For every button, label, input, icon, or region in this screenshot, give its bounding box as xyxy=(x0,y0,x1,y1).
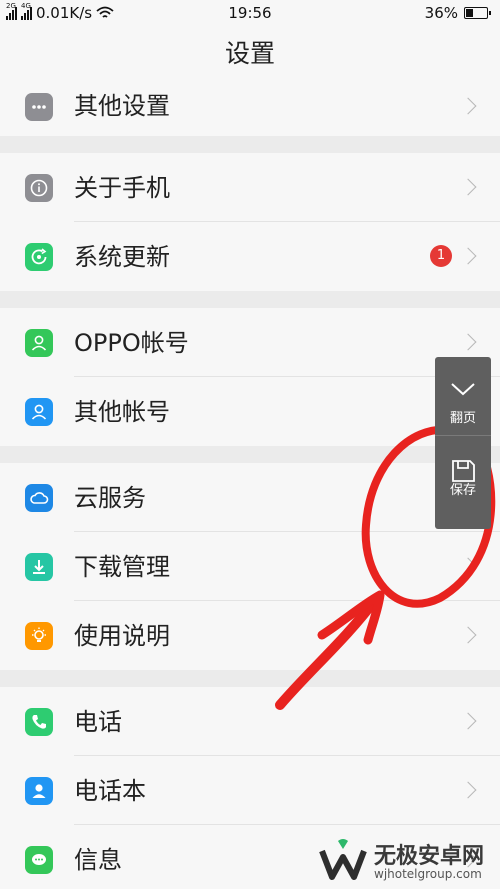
group-separator xyxy=(0,291,500,308)
chevron-right-icon xyxy=(459,557,477,575)
settings-group: 关于手机系统更新 1 xyxy=(0,153,500,291)
settings-item[interactable]: 电话 xyxy=(0,687,500,756)
settings-item-label: 下载管理 xyxy=(74,553,170,581)
status-right: 36% xyxy=(424,4,491,22)
watermark-url: wjhotelgroup.com xyxy=(374,867,482,881)
chevron-right-icon xyxy=(459,247,477,265)
message-icon xyxy=(25,846,53,874)
update-icon xyxy=(25,243,53,271)
settings-item-label: 电话本 xyxy=(74,777,146,805)
settings-item-label: 信息 xyxy=(74,846,122,874)
bulb-icon xyxy=(25,622,53,650)
chevron-right-icon xyxy=(459,97,477,115)
chevron-right-icon xyxy=(459,626,477,644)
page-turn-label: 翻页 xyxy=(449,411,476,426)
save-label: 保存 xyxy=(449,483,476,498)
settings-item-label: 其他帐号 xyxy=(74,398,170,426)
settings-item[interactable]: 下载管理 xyxy=(0,532,500,601)
user-icon xyxy=(25,398,53,426)
phone-icon xyxy=(25,708,53,736)
chevron-down-icon xyxy=(451,383,475,396)
page-turn-button[interactable]: 翻页 xyxy=(435,357,491,443)
settings-item-label: 关于手机 xyxy=(74,174,170,202)
info-icon xyxy=(25,174,53,202)
settings-group: 云服务下载管理使用说明 xyxy=(0,463,500,670)
settings-item[interactable]: 云服务 xyxy=(0,463,500,532)
settings-item[interactable]: OPPO帐号 xyxy=(0,308,500,377)
settings-item[interactable]: 其他帐号 xyxy=(0,377,500,446)
battery-percent: 36% xyxy=(424,4,458,22)
settings-item[interactable]: 系统更新 1 xyxy=(0,222,500,291)
settings-group: 其他设置 xyxy=(0,84,500,136)
download-icon xyxy=(25,553,53,581)
status-bar: 2G 4G 0.01K/s 19:56 36% xyxy=(0,0,500,28)
watermark-title: 无极安卓网 xyxy=(374,844,485,869)
settings-item[interactable]: 其他设置 xyxy=(0,84,500,136)
cloud-icon xyxy=(25,484,53,512)
page-title: 设置 xyxy=(0,28,500,84)
update-badge: 1 xyxy=(430,245,452,267)
group-separator xyxy=(0,446,500,463)
watermark-logo-icon xyxy=(319,839,367,880)
settings-item-label: OPPO帐号 xyxy=(74,329,189,357)
settings-group: OPPO帐号 其他帐号 xyxy=(0,308,500,446)
group-separator xyxy=(0,136,500,153)
battery-icon xyxy=(464,7,491,19)
settings-item[interactable]: 使用说明 xyxy=(0,601,500,670)
settings-list: 其他设置关于手机系统更新 1 OPPO帐号 其他帐号云服务下载管理使用说明电话电话本信… xyxy=(0,84,500,889)
panel-divider xyxy=(435,435,491,436)
more-dots-icon xyxy=(25,93,53,121)
settings-item-label: 其他设置 xyxy=(74,92,170,120)
watermark: 无极安卓网 wjhotelgroup.com xyxy=(312,833,500,889)
floating-tool-panel: 翻页 保存 xyxy=(435,357,491,529)
save-button[interactable]: 保存 xyxy=(435,443,491,529)
settings-item[interactable]: 电话本 xyxy=(0,756,500,825)
settings-item-label: 电话 xyxy=(74,708,122,736)
group-separator xyxy=(0,670,500,687)
settings-item-label: 云服务 xyxy=(74,484,146,512)
chevron-right-icon xyxy=(459,712,477,730)
user-icon xyxy=(25,329,53,357)
chevron-right-icon xyxy=(459,178,477,196)
chevron-right-icon xyxy=(459,781,477,799)
settings-item-label: 使用说明 xyxy=(74,622,170,650)
contacts-icon xyxy=(25,777,53,805)
settings-item[interactable]: 关于手机 xyxy=(0,153,500,222)
settings-item-label: 系统更新 xyxy=(74,243,170,271)
chevron-right-icon xyxy=(459,333,477,351)
